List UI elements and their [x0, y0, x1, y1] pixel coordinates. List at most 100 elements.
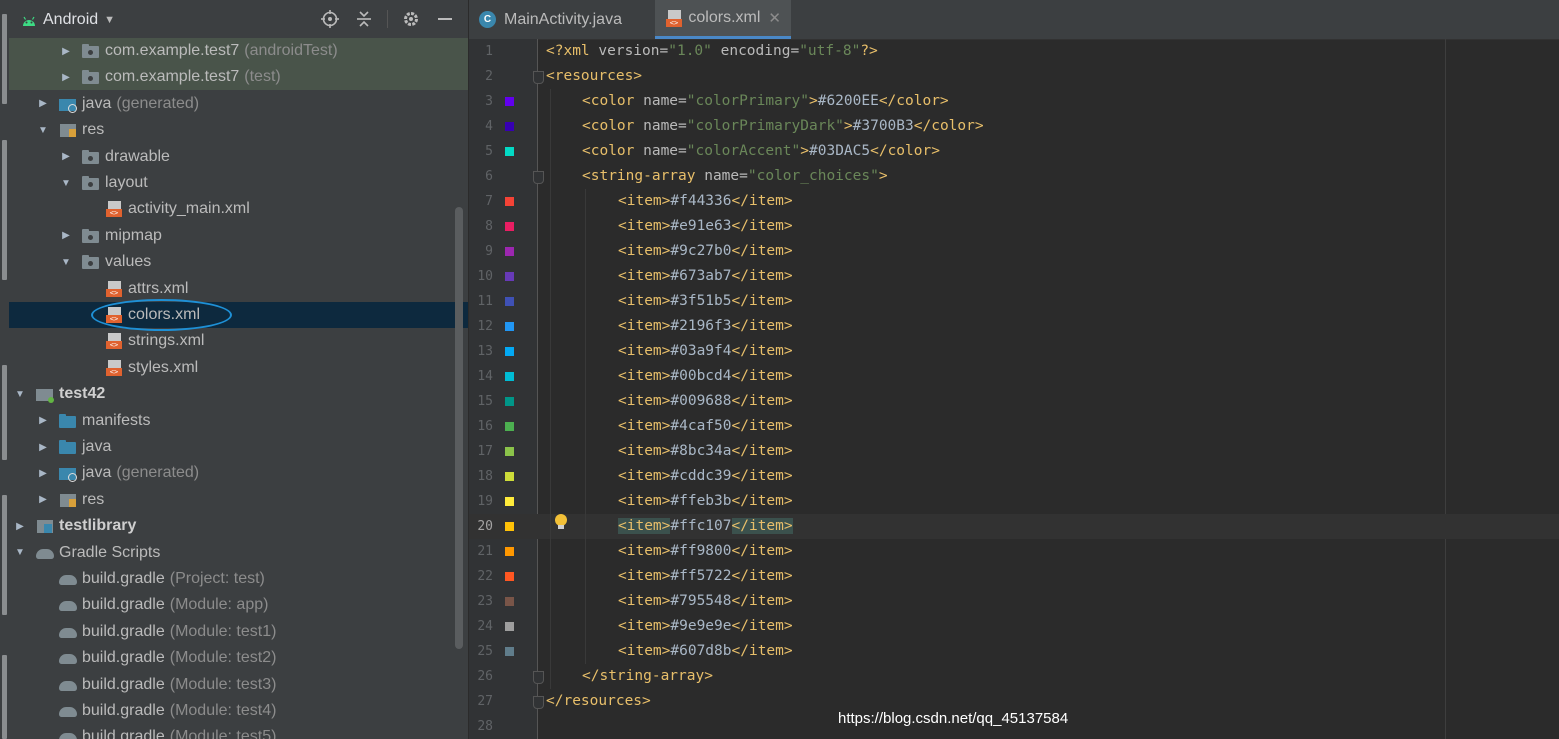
tree-item[interactable]: ▶ res	[9, 487, 468, 513]
color-swatch-icon[interactable]	[505, 397, 514, 406]
color-swatch-icon[interactable]	[505, 222, 514, 231]
close-icon[interactable]: ✕	[768, 9, 781, 27]
tree-item[interactable]: build.gradle (Module: test5)	[9, 724, 468, 739]
tree-item[interactable]: ▶ com.example.test7 (test)	[9, 64, 468, 91]
code-line[interactable]: 16 <item>#4caf50</item>	[469, 414, 1559, 439]
resource-manager-tool-tab[interactable]	[2, 140, 7, 280]
code-line[interactable]: 26 </string-array>	[469, 664, 1559, 689]
tree-item[interactable]: colors.xml	[9, 302, 468, 328]
tree-item[interactable]: build.gradle (Module: test4)	[9, 698, 468, 724]
minimize-icon[interactable]	[434, 8, 456, 30]
color-swatch-icon[interactable]	[505, 322, 514, 331]
code-line[interactable]: 7 <item>#f44336</item>	[469, 189, 1559, 214]
tree-item[interactable]: ▶ java (generated)	[9, 91, 468, 117]
color-swatch-icon[interactable]	[505, 422, 514, 431]
code-area[interactable]: 1 <?xml version="1.0" encoding="utf-8"?> 2…	[469, 39, 1559, 739]
code-line[interactable]: 10 <item>#673ab7</item>	[469, 264, 1559, 289]
tree-item[interactable]: ▶ java	[9, 434, 468, 460]
code-line[interactable]: 19 <item>#ffeb3b</item>	[469, 489, 1559, 514]
tree-item[interactable]: ▼ values	[9, 249, 468, 275]
code-line[interactable]: 15 <item>#009688</item>	[469, 389, 1559, 414]
tree-item[interactable]: ▼ test42	[9, 381, 460, 407]
color-swatch-icon[interactable]	[505, 247, 514, 256]
code-line[interactable]: 22 <item>#ff5722</item>	[469, 564, 1559, 589]
project-view-selector[interactable]: Android ▼	[21, 9, 115, 31]
code-line[interactable]: 9 <item>#9c27b0</item>	[469, 239, 1559, 264]
tree-item[interactable]: styles.xml	[9, 355, 468, 381]
tree-item[interactable]: build.gradle (Module: test2)	[9, 645, 468, 671]
code-line[interactable]: 6 <string-array name="color_choices">	[469, 164, 1559, 189]
collapse-arrow-icon[interactable]: ▶	[37, 467, 49, 479]
code-line[interactable]: 1 <?xml version="1.0" encoding="utf-8"?>	[469, 39, 1559, 64]
collapse-arrow-icon[interactable]: ▶	[37, 494, 49, 506]
color-swatch-icon[interactable]	[505, 522, 514, 531]
fold-marker-icon[interactable]	[533, 671, 544, 684]
color-swatch-icon[interactable]	[505, 497, 514, 506]
color-swatch-icon[interactable]	[505, 447, 514, 456]
project-tree-scrollbar[interactable]	[455, 207, 463, 649]
tree-item[interactable]: activity_main.xml	[9, 196, 468, 222]
tree-item[interactable]: build.gradle (Module: test3)	[9, 672, 468, 698]
code-line[interactable]: 17 <item>#8bc34a</item>	[469, 439, 1559, 464]
expand-arrow-icon[interactable]: ▼	[60, 177, 72, 189]
color-swatch-icon[interactable]	[505, 197, 514, 206]
collapse-arrow-icon[interactable]: ▶	[60, 151, 72, 163]
tree-item[interactable]: build.gradle (Module: app)	[9, 592, 468, 618]
tree-item[interactable]: ▶ testlibrary	[9, 513, 460, 539]
code-line[interactable]: 12 <item>#2196f3</item>	[469, 314, 1559, 339]
collapse-all-icon[interactable]	[353, 8, 375, 30]
color-swatch-icon[interactable]	[505, 572, 514, 581]
locate-icon[interactable]	[319, 8, 341, 30]
color-swatch-icon[interactable]	[505, 272, 514, 281]
color-swatch-icon[interactable]	[505, 372, 514, 381]
tree-item[interactable]: ▶ com.example.test7 (androidTest)	[9, 38, 468, 64]
collapse-arrow-icon[interactable]: ▶	[37, 98, 49, 110]
editor-tab[interactable]: colors.xml ✕	[655, 0, 791, 39]
color-swatch-icon[interactable]	[505, 297, 514, 306]
tree-item[interactable]: ▶ manifests	[9, 408, 468, 434]
code-line[interactable]: 23 <item>#795548</item>	[469, 589, 1559, 614]
lightbulb-icon[interactable]	[554, 513, 568, 531]
code-line[interactable]: 24 <item>#9e9e9e</item>	[469, 614, 1559, 639]
code-line[interactable]: 11 <item>#3f51b5</item>	[469, 289, 1559, 314]
code-line[interactable]: 25 <item>#607d8b</item>	[469, 639, 1559, 664]
color-swatch-icon[interactable]	[505, 547, 514, 556]
color-swatch-icon[interactable]	[505, 347, 514, 356]
code-line[interactable]: 4 <color name="colorPrimaryDark">#3700B3<…	[469, 114, 1559, 139]
code-line[interactable]: 5 <color name="colorAccent">#03DAC5</colo…	[469, 139, 1559, 164]
tree-item[interactable]: strings.xml	[9, 328, 468, 354]
collapse-arrow-icon[interactable]: ▶	[37, 441, 49, 453]
code-line[interactable]: 2 <resources>	[469, 64, 1559, 89]
color-swatch-icon[interactable]	[505, 622, 514, 631]
layout-captures-tool-tab[interactable]	[2, 495, 7, 615]
color-swatch-icon[interactable]	[505, 97, 514, 106]
color-swatch-icon[interactable]	[505, 147, 514, 156]
fold-marker-icon[interactable]	[533, 171, 544, 184]
collapse-arrow-icon[interactable]: ▶	[37, 415, 49, 427]
color-swatch-icon[interactable]	[505, 647, 514, 656]
code-line[interactable]: 8 <item>#e91e63</item>	[469, 214, 1559, 239]
fold-marker-icon[interactable]	[533, 696, 544, 709]
expand-arrow-icon[interactable]: ▼	[14, 547, 26, 559]
collapse-arrow-icon[interactable]: ▶	[14, 520, 26, 532]
code-line[interactable]: 18 <item>#cddc39</item>	[469, 464, 1559, 489]
tree-item[interactable]: ▼ res	[9, 117, 468, 143]
collapse-arrow-icon[interactable]: ▶	[60, 45, 72, 57]
tree-item[interactable]: ▶ mipmap	[9, 223, 468, 249]
tree-item[interactable]: ▶ drawable	[9, 144, 468, 170]
fold-marker-icon[interactable]	[533, 71, 544, 84]
code-line[interactable]: 21 <item>#ff9800</item>	[469, 539, 1559, 564]
tree-item[interactable]: ▼ Gradle Scripts	[9, 540, 460, 566]
tree-item[interactable]: attrs.xml	[9, 276, 468, 302]
code-line[interactable]: 13 <item>#03a9f4</item>	[469, 339, 1559, 364]
expand-arrow-icon[interactable]: ▼	[60, 256, 72, 268]
collapse-arrow-icon[interactable]: ▶	[60, 230, 72, 242]
expand-arrow-icon[interactable]: ▼	[14, 388, 26, 400]
tree-item[interactable]: ▼ layout	[9, 170, 468, 196]
code-line[interactable]: 20 <item>#ffc107</item>	[469, 514, 1559, 539]
structure-tool-tab[interactable]	[2, 365, 7, 460]
tree-item[interactable]: build.gradle (Project: test)	[9, 566, 468, 592]
project-tool-tab[interactable]	[2, 14, 7, 104]
tree-item[interactable]: build.gradle (Module: test1)	[9, 619, 468, 645]
code-line[interactable]: 3 <color name="colorPrimary">#6200EE</col…	[469, 89, 1559, 114]
